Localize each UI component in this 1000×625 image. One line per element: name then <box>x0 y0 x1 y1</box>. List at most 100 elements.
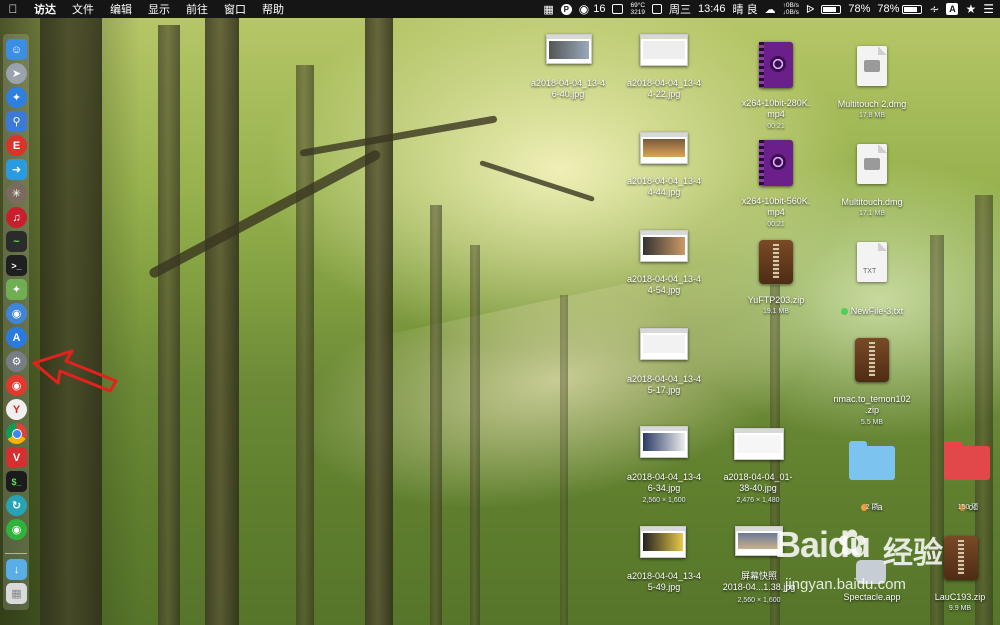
red-arrow-annotation <box>32 349 118 393</box>
weekday[interactable]: 周三 <box>669 1 691 17</box>
finder-icon[interactable]: ☺ <box>6 39 27 60</box>
tree-trunk <box>158 25 180 625</box>
migration-icon[interactable]: ➜ <box>6 159 27 180</box>
baidu-jingyan-text: 经验 <box>883 537 943 570</box>
system-preferences-icon[interactable]: ⚙ <box>6 351 27 372</box>
tree-branch <box>147 148 382 280</box>
file-name: YuFTP203.zip <box>747 295 805 305</box>
wechat-count: 16 <box>593 3 606 15</box>
notification-center-icon[interactable]: ☰ <box>983 2 994 16</box>
video-file-icon <box>759 140 793 186</box>
yandex-browser-icon[interactable]: Y <box>6 399 27 420</box>
desktop-folder[interactable]: Pa 2 项 <box>826 440 918 516</box>
image-thumbnail <box>640 34 688 66</box>
file-size: 17.1 MB <box>858 210 886 217</box>
wechat-dock-icon[interactable]: ◉ <box>6 519 27 540</box>
weather-status[interactable]: 晴 良 <box>733 1 758 17</box>
terminal-2-icon[interactable]: $_ <box>6 471 27 492</box>
menu-view[interactable]: 显示 <box>140 1 178 17</box>
menu-app-name[interactable]: 访达 <box>26 1 64 17</box>
safari-icon[interactable]: ✦ <box>6 87 27 108</box>
sync-app-icon[interactable]: ↻ <box>6 495 27 516</box>
network-speed-widget[interactable]: ↑0B/s ↓0B/s <box>783 2 799 16</box>
launchpad-icon[interactable]: ➤ <box>6 63 27 84</box>
desktop-file-zip[interactable]: YuFTP203.zip 19.1 MB <box>728 240 824 320</box>
desktop-file-jpg[interactable]: a2018-04-04_13-4 4-44.jpg <box>616 130 712 202</box>
activity-monitor-icon[interactable]: ~ <box>6 231 27 252</box>
desktop-file-jpg[interactable]: a2018-04-04_13-4 6-40.jpg <box>520 32 616 104</box>
battery-status-item[interactable]: 78% <box>877 3 923 15</box>
downloads-folder-icon[interactable]: ↓ <box>6 559 27 580</box>
file-size: 19.1 MB <box>762 308 790 315</box>
battery-percent[interactable]: 78% <box>848 3 870 15</box>
desktop-file-dmg[interactable]: Multitouch.dmg 17.1 MB <box>824 138 920 224</box>
desktop-file-zip[interactable]: nmac.to_temon102 .zip 5.5 MB <box>818 338 926 430</box>
temperature-widget[interactable]: 69°C 3219 <box>630 2 645 16</box>
battery-menu-icon[interactable] <box>821 4 842 14</box>
file-name: a2018-04-04_13-4 6-34.jpg <box>626 472 702 493</box>
desktop-file-jpg[interactable]: a2018-04-04_01- 38-40.jpg 2,476 × 1,480 <box>710 424 806 510</box>
file-size: 17.8 MB <box>858 112 886 119</box>
desktop-file-jpg[interactable]: a2018-04-04_13-4 4-54.jpg <box>616 228 712 300</box>
folder-item-count: 150 项 <box>957 504 979 511</box>
image-thumbnail <box>546 34 592 64</box>
wechat-status-item[interactable]: ◉ 16 <box>579 2 606 16</box>
trash-icon[interactable]: ▦ <box>6 583 27 604</box>
red-app-icon[interactable]: E <box>6 135 27 156</box>
photos-app-icon[interactable]: ✳ <box>6 183 27 204</box>
weibo-icon[interactable]: ◉ <box>6 375 27 396</box>
desktop-file-jpg[interactable]: a2018-04-04_13-4 6-34.jpg 2,560 × 1,600 <box>616 424 712 510</box>
desktop-file-jpg[interactable]: a2018-04-04_13-4 5-17.jpg <box>616 326 712 398</box>
display-icon[interactable] <box>612 4 624 14</box>
chrome-icon[interactable] <box>6 423 27 444</box>
desktop-file-jpg[interactable]: a2018-04-04_13-4 4-22.jpg <box>616 32 712 104</box>
net-down-speed: ↓0B/s <box>782 9 799 16</box>
desktop-folder[interactable]: cc 150 项 <box>922 440 1000 516</box>
menu-help[interactable]: 帮助 <box>254 1 292 17</box>
desktop-file-mp4[interactable]: x264-10bit-280K. mp4 00:21 <box>728 40 824 132</box>
tree-trunk <box>430 205 442 625</box>
file-duration: 00:21 <box>767 123 785 130</box>
tree-branch <box>299 115 498 157</box>
battery-icon <box>902 4 923 14</box>
maps-icon[interactable]: ✦ <box>6 279 27 300</box>
network-utility-icon[interactable]: ◉ <box>6 303 27 324</box>
terminal-icon[interactable]: >_ <box>6 255 27 276</box>
menu-go[interactable]: 前往 <box>178 1 216 17</box>
desktop-file-mp4[interactable]: x264-10bit-560K. mp4 00:21 <box>728 138 824 230</box>
menu-edit[interactable]: 编辑 <box>102 1 140 17</box>
wifi-icon[interactable]: ∻ <box>929 2 939 16</box>
folder-icon <box>849 441 895 480</box>
baidu-url: jingyan.baidu.com <box>785 576 906 593</box>
file-name: Multitouch.dmg <box>841 197 903 207</box>
netease-music-icon[interactable]: ♫ <box>6 207 27 228</box>
bluetooth-icon[interactable]: ᐉ <box>806 3 814 16</box>
menu-window[interactable]: 窗口 <box>216 1 254 17</box>
image-thumbnail <box>640 426 688 458</box>
input-method-item[interactable]: A <box>946 3 959 15</box>
window-layout-icon[interactable] <box>652 4 663 14</box>
dock-separator <box>5 553 27 554</box>
vivaldi-icon[interactable]: V <box>6 447 27 468</box>
grid-icon[interactable]: ▦ <box>543 3 553 16</box>
menu-file[interactable]: 文件 <box>64 1 102 17</box>
wechat-icon: ◉ <box>578 2 590 16</box>
dock: ☺ ➤ ✦ ⚲ E ➜ ✳ ♫ ~ >_ ✦ ◉ A ⚙ ◉ Y V $_ ↻ … <box>3 34 29 610</box>
desktop-file-txt[interactable]: TXT NewFile-3.txt <box>824 240 920 316</box>
file-size: 5.5 MB <box>860 419 884 426</box>
cloud-icon[interactable]: ☁ <box>765 3 776 16</box>
tree-branch <box>479 160 595 202</box>
file-name: a2018-04-04_13-4 5-49.jpg <box>626 571 702 592</box>
apple-menu-icon[interactable]:  <box>0 2 26 16</box>
text-file-icon: TXT <box>857 242 887 282</box>
image-thumbnail <box>640 230 688 262</box>
contacts-search-icon[interactable]: ⚲ <box>6 111 27 132</box>
app-store-icon[interactable]: A <box>6 327 27 348</box>
image-thumbnail <box>640 328 688 360</box>
desktop-file-jpg[interactable]: a2018-04-04_13-4 5-49.jpg <box>616 524 712 596</box>
p-app-icon[interactable]: P <box>560 3 572 15</box>
desktop-file-dmg[interactable]: Multitouch 2.dmg 17.8 MB <box>824 40 920 126</box>
clock-time[interactable]: 13:46 <box>698 3 726 15</box>
star-icon[interactable]: ★ <box>965 2 976 16</box>
baidu-watermark: Baidu ✿ 经验 jingyan.baidu.com <box>775 520 975 620</box>
